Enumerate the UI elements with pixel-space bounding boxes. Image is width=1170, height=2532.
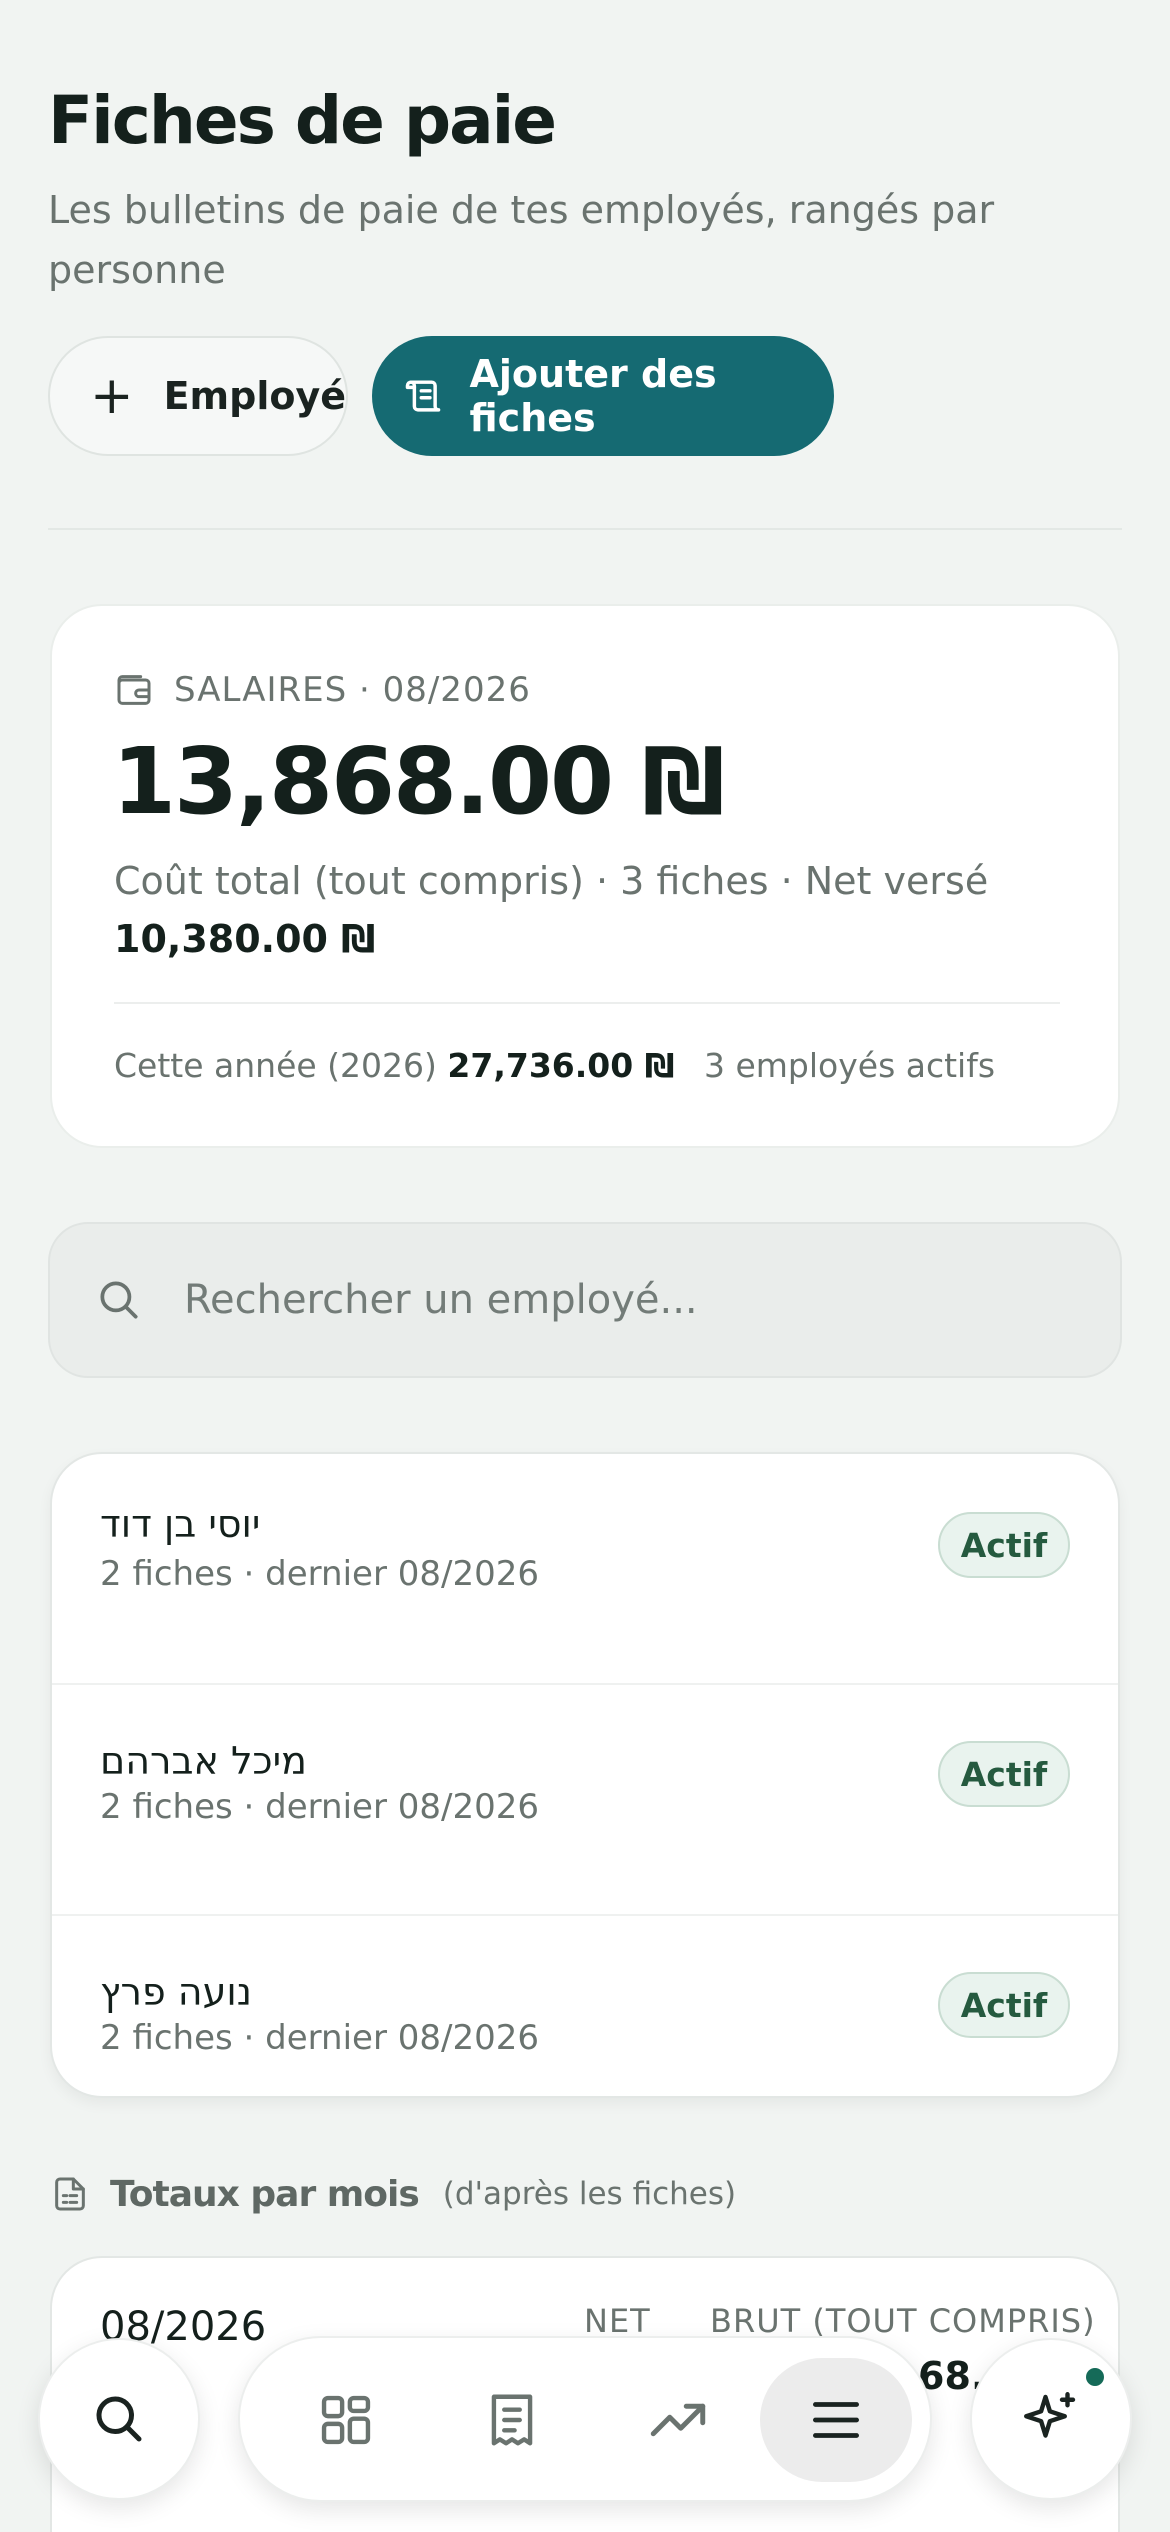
scroll-icon xyxy=(405,380,441,412)
search-icon xyxy=(100,1281,138,1319)
menu-icon xyxy=(813,2402,859,2438)
year-total-value: 27,736.00 ₪ xyxy=(447,1046,675,1085)
payslips-page: Fiches de paie Les bulletins de paie de … xyxy=(0,0,1170,2532)
page-subtitle: Les bulletins de paie de tes employés, r… xyxy=(48,188,995,292)
totals-note: (d'après les fiches) xyxy=(442,2176,737,2212)
search-icon xyxy=(96,2396,142,2442)
add-payslips-label: Ajouter des fiches xyxy=(469,352,717,440)
nav-menu[interactable] xyxy=(760,2358,912,2482)
search-input[interactable] xyxy=(184,1277,984,1323)
add-payslips-button[interactable]: Ajouter des fiches xyxy=(372,336,834,456)
status-badge: Actif xyxy=(938,1512,1070,1578)
employee-name: מיכל אברהם xyxy=(100,1739,307,1783)
salary-summary-card: SALAIRES · 08/2026 13,868.00 ₪ Coût tota… xyxy=(50,604,1120,1148)
summary-divider xyxy=(114,1002,1060,1004)
year-total: Cette année (2026) 27,736.00 ₪ xyxy=(114,1046,675,1085)
list-item[interactable]: יוסי בן דוד 2 fiches · dernier 08/2026 A… xyxy=(52,1454,1118,1685)
page-title: Fiches de paie xyxy=(48,82,557,159)
employee-meta: 2 fiches · dernier 08/2026 xyxy=(100,1554,539,1594)
employee-list: יוסי בן דוד 2 fiches · dernier 08/2026 A… xyxy=(50,1452,1120,2098)
notification-dot xyxy=(1086,2368,1104,2386)
summary-amount: 13,868.00 ₪ xyxy=(112,728,725,835)
summary-label-text: SALAIRES · 08/2026 xyxy=(174,670,531,710)
search-fab[interactable] xyxy=(38,2338,200,2500)
ai-assistant-fab[interactable] xyxy=(970,2338,1132,2500)
add-employee-label: Employé xyxy=(163,374,347,418)
trending-up-icon xyxy=(650,2403,706,2437)
add-employee-button[interactable]: + Employé xyxy=(48,336,348,456)
summary-description-text: Coût total (tout compris) · 3 fiches · N… xyxy=(114,859,989,903)
document-icon xyxy=(55,2177,85,2211)
nav-trends[interactable] xyxy=(602,2358,754,2482)
active-employees-count: 3 employés actifs xyxy=(704,1046,996,1085)
nav-dashboard[interactable] xyxy=(270,2358,422,2482)
plus-icon: + xyxy=(90,366,134,426)
divider xyxy=(48,528,1122,530)
sparkles-icon xyxy=(1024,2392,1076,2438)
employee-search[interactable] xyxy=(48,1222,1122,1378)
monthly-totals-header: Totaux par mois (d'après les fiches) xyxy=(50,2172,736,2216)
summary-label: SALAIRES · 08/2026 xyxy=(114,670,531,710)
net-column-header: NET xyxy=(584,2302,651,2340)
wallet-icon xyxy=(117,675,151,705)
summary-description: Coût total (tout compris) · 3 fiches · N… xyxy=(114,852,1064,968)
employee-name: יוסי בן דוד xyxy=(100,1502,261,1546)
dashboard-icon xyxy=(321,2395,371,2445)
nav-receipts[interactable] xyxy=(436,2358,588,2482)
list-item[interactable]: מיכל אברהם 2 fiches · dernier 08/2026 Ac… xyxy=(52,1685,1118,1916)
status-badge: Actif xyxy=(938,1972,1070,2038)
employee-name: נועה פרץ xyxy=(100,1970,252,2014)
year-label: Cette année (2026) xyxy=(114,1046,437,1085)
status-badge: Actif xyxy=(938,1741,1070,1807)
bottom-nav xyxy=(238,2336,932,2502)
totals-title: Totaux par mois xyxy=(110,2173,420,2215)
employee-meta: 2 fiches · dernier 08/2026 xyxy=(100,1787,539,1827)
receipt-icon xyxy=(491,2394,533,2446)
gross-column-header: BRUT (TOUT COMPRIS) xyxy=(710,2302,1096,2340)
list-item[interactable]: נועה פרץ 2 fiches · dernier 08/2026 Acti… xyxy=(52,1916,1118,2096)
employee-meta: 2 fiches · dernier 08/2026 xyxy=(100,2018,539,2058)
net-paid-value: 10,380.00 ₪ xyxy=(114,917,376,961)
